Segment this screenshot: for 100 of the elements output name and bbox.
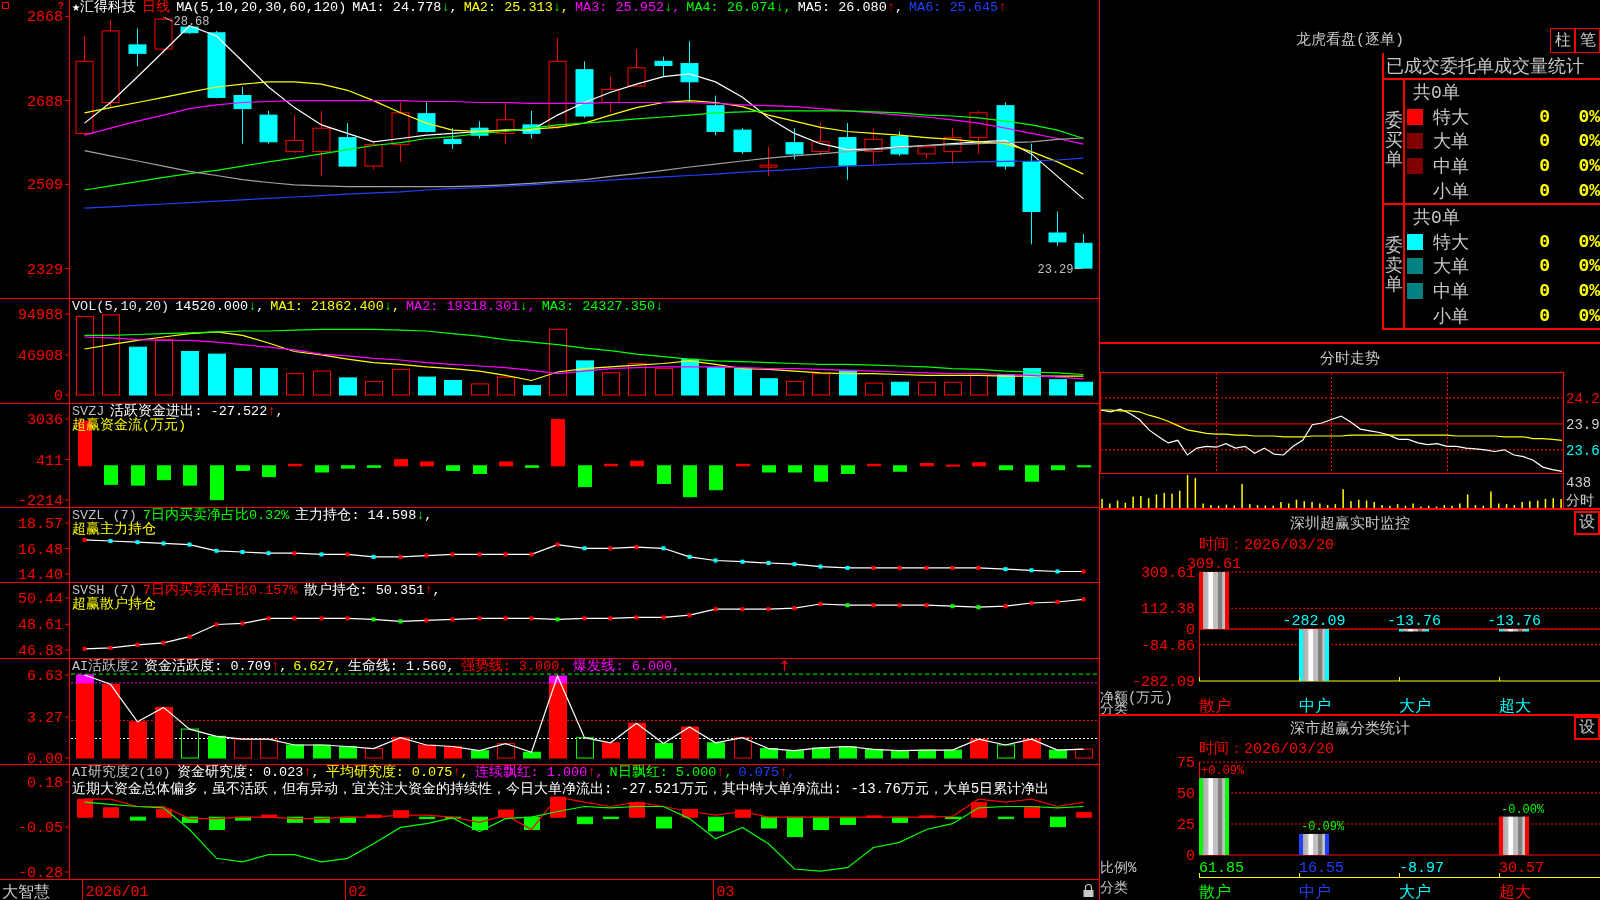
axis-label: 0: [1186, 622, 1195, 639]
legend-label: 日线: [142, 1, 171, 15]
side-label: 委卖单: [1384, 236, 1403, 297]
panel-title: 深圳超赢实时监控: [1290, 514, 1410, 533]
axis-label: 2688: [27, 93, 63, 111]
legend-label: 6.627,: [293, 660, 342, 674]
legend-label: 主力持仓: 14.598↓,: [295, 509, 433, 523]
legend-label: MA4: 26.074↓,: [686, 1, 792, 15]
legend-label: MA6: 25.645↑: [909, 1, 1007, 15]
category-label: 超大: [1499, 698, 1531, 714]
change-label: +0.09%: [1201, 764, 1245, 779]
axis-label: 94988: [18, 307, 63, 324]
legend-label: 连续飘红: 1.000↑,: [474, 766, 604, 780]
legend-label: 爆发线: 6.000,: [573, 660, 681, 674]
change-label: -0.09%: [1301, 819, 1345, 834]
order-percent: 0%: [1577, 231, 1600, 252]
panel-title: 龙虎看盘(逐单): [1296, 30, 1404, 51]
order-percent: 0%: [1577, 131, 1600, 152]
legend-label: 7日内买卖净占比0.32%: [142, 509, 290, 523]
axis-label: -282.09: [1132, 674, 1195, 691]
reading-label: 30.57: [1499, 860, 1544, 877]
order-count: 0: [1538, 131, 1550, 152]
reading-label: -8.97: [1399, 860, 1444, 877]
legend-label: MA1: 24.778↓,: [352, 1, 458, 15]
axis-label: 2509: [27, 177, 63, 195]
order-percent: 0%: [1577, 106, 1600, 127]
axis-label: 50.44: [18, 591, 63, 608]
legend-label: MA1: 21862.400↓,: [270, 300, 400, 314]
brand-label: 大智慧: [2, 884, 50, 900]
axis-title: 分类: [1100, 880, 1128, 896]
legend-label: MA(5,10,20,30,60,120): [176, 1, 347, 15]
legend-label: 平均研究度: 0.075↑,: [325, 766, 469, 780]
order-count: 0: [1538, 156, 1550, 177]
legend-label: N日飘红: 5.000↑,: [609, 766, 733, 780]
legend-label: MA3: 24327.350↓: [541, 300, 664, 314]
legend-label: 7日内买卖净占比0.157%: [142, 584, 298, 598]
annotation: 23.29: [1037, 262, 1074, 277]
legend-label: MA3: 25.952↓,: [574, 1, 681, 15]
legend-label: ★汇得科技: [72, 1, 137, 15]
axis-label: 46908: [18, 348, 63, 365]
order-size-label: 大单: [1433, 256, 1470, 279]
order-size-label: 特大: [1433, 106, 1470, 129]
legend-label: 活跃资金进出: -27.522↑,: [110, 405, 284, 419]
side-label: 委买单: [1384, 111, 1403, 172]
volume-caption: 分时: [1566, 493, 1594, 508]
timestamp: 时间：2026/03/20: [1199, 739, 1334, 758]
order-count: 0: [1538, 256, 1550, 277]
change-label: -0.00%: [1501, 802, 1545, 817]
order-percent: 0%: [1577, 256, 1600, 277]
category-label: 散户: [1199, 884, 1231, 900]
value-label: -282.09: [1282, 613, 1346, 630]
order-total: 共0单: [1413, 207, 1460, 230]
axis-title: 比例%: [1100, 860, 1137, 876]
legend-label: MA2: 25.313↓,: [463, 1, 569, 15]
axis-label: 23.9: [1566, 416, 1600, 433]
category-label: 散户: [1199, 698, 1231, 714]
axis-label: 50: [1177, 786, 1195, 803]
axis-label: 2329: [27, 261, 63, 279]
value-label: -13.76: [1387, 613, 1441, 630]
value-label: -13.76: [1487, 613, 1541, 630]
order-percent: 0%: [1577, 180, 1600, 201]
category-label: 超大: [1499, 884, 1531, 900]
axis-label: 3.27: [27, 710, 63, 728]
legend-label: 散户持仓: 50.351↑,: [303, 584, 441, 598]
reading-label: 16.55: [1299, 860, 1344, 877]
order-count: 0: [1538, 180, 1550, 201]
legend-label: MA2: 19318.301↓,: [406, 300, 536, 314]
table-heading: 已成交委托单成交量统计: [1386, 55, 1584, 78]
order-count: 0: [1538, 305, 1550, 326]
reading-label: 61.85: [1199, 860, 1244, 877]
legend-label: 强势线: 3.000,: [460, 660, 568, 674]
axis-label: 0.00: [27, 751, 63, 765]
axis-label: 25: [1177, 817, 1195, 834]
order-total: 共0单: [1413, 82, 1460, 105]
panel-title: 深市超赢分类统计: [1290, 719, 1410, 738]
legend-label: MA5: 26.080↑,: [797, 1, 903, 15]
order-percent: 0%: [1577, 156, 1600, 177]
timestamp: 时间：2026/03/20: [1199, 535, 1334, 554]
order-count: 0: [1538, 106, 1550, 127]
axis-label: 411: [36, 452, 63, 470]
category-label: 中户: [1299, 884, 1331, 900]
date-label: 2026/01: [85, 884, 149, 900]
annotation: 28.68: [173, 15, 210, 30]
axis-label: -0.05: [18, 820, 63, 837]
axis-label: 3036: [27, 412, 63, 429]
axis-label: 18.57: [18, 516, 63, 533]
order-size-label: 中单: [1433, 156, 1470, 179]
category-label: 大户: [1399, 884, 1431, 900]
axis-label: -84.86: [1141, 637, 1195, 655]
legend-label: 生命线: 1.560,: [347, 660, 455, 674]
axis-label: 16.48: [18, 541, 63, 559]
category-label: 中户: [1299, 698, 1331, 714]
axis-label: 48.61: [18, 617, 63, 635]
axis-label: 6.63: [27, 668, 63, 685]
category-label: 大户: [1399, 698, 1431, 714]
axis-label: 0.18: [27, 775, 63, 792]
legend-label: 超赢主力持仓: [72, 523, 156, 537]
legend-label: AI研究度2(10): [72, 766, 171, 780]
order-percent: 0%: [1577, 281, 1600, 302]
axis-label: 0: [54, 388, 63, 404]
